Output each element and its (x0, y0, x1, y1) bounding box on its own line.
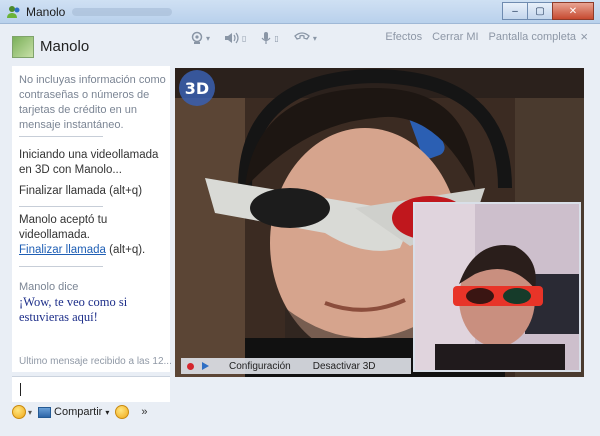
call-start-message: Iniciando una videollamada en 3D con Man… (19, 149, 159, 176)
self-view-image (415, 204, 579, 370)
webcam-button[interactable]: ▾ (190, 31, 210, 45)
message-sender: Manolo dice (19, 281, 79, 293)
volume-slider[interactable]: ▯ (242, 34, 246, 43)
minimize-icon: ‒ (512, 5, 518, 17)
call-icon (293, 32, 310, 40)
video-controls: Configuración Desactivar 3D (181, 358, 411, 374)
more-button[interactable]: » (141, 406, 147, 418)
end-call-action[interactable]: Finalizar llamada (alt+q) (19, 184, 142, 199)
end-call-link[interactable]: Finalizar llamada (19, 244, 106, 256)
speaker-button[interactable]: ▯ (224, 31, 246, 45)
record-icon[interactable] (187, 362, 194, 370)
maximize-icon: ▢ (535, 5, 545, 17)
microphone-icon (261, 32, 271, 44)
messenger-icon (7, 6, 20, 18)
close-icon: ✕ (568, 5, 578, 17)
minimize-button[interactable]: ‒ (502, 2, 528, 20)
play-icon[interactable] (202, 362, 209, 370)
conversation-pane[interactable]: No incluyas información como contraseñas… (12, 66, 171, 372)
privacy-notice: No incluyas información como contraseñas… (19, 74, 166, 131)
contact-avatar[interactable] (12, 36, 34, 58)
chevron-down-icon: ▾ (206, 33, 211, 43)
last-message-status: Último mensaje recibido a las 12... (19, 356, 171, 367)
emoticon-icon[interactable] (12, 405, 26, 419)
blurred-status (72, 8, 172, 16)
wink-icon[interactable] (115, 405, 130, 419)
share-button[interactable]: Compartir ▾ (38, 406, 109, 418)
title-bar: Manolo ‒ ▢ ✕ (0, 0, 600, 24)
toolbar-links: Efectos Cerrar MI Pantalla completa (385, 31, 576, 43)
svg-text:3D: 3D (185, 79, 209, 98)
main-video-feed: 3D Configuración Desactivar 3D (175, 68, 584, 377)
maximize-button[interactable]: ▢ (527, 2, 553, 20)
divider (19, 136, 103, 137)
input-toolbar: ▾ Compartir ▾ » (12, 402, 170, 422)
share-icon (38, 406, 52, 418)
chevron-down-icon: ▾ (105, 407, 110, 417)
fullscreen-link[interactable]: Pantalla completa (489, 31, 576, 43)
call-toolbar: ▾ ▯ ▯ ▾ (190, 28, 331, 48)
call-accepted-message: Manolo aceptó tu videollamada. Finalizar… (19, 213, 169, 258)
3d-badge-icon: 3D (179, 70, 215, 106)
webcam-icon (191, 31, 203, 44)
microphone-button[interactable]: ▯ (260, 31, 279, 45)
effects-link[interactable]: Efectos (385, 31, 422, 43)
received-message: ¡Wow, te veo como si estuvieras aquí! (19, 295, 128, 324)
close-video-button[interactable]: × (580, 29, 588, 44)
window-title: Manolo (26, 5, 66, 19)
close-im-link[interactable]: Cerrar MI (432, 31, 478, 43)
close-button[interactable]: ✕ (552, 2, 594, 20)
end-call-shortcut: (alt+q). (109, 244, 146, 256)
text-caret (20, 383, 21, 396)
chevron-down-icon: ▾ (312, 33, 317, 43)
call-button[interactable]: ▾ (293, 31, 317, 45)
disable-3d-link[interactable]: Desactivar 3D (313, 361, 376, 372)
message-input[interactable] (12, 376, 170, 402)
self-view-video[interactable] (413, 202, 581, 372)
divider (19, 206, 103, 207)
chevron-down-icon[interactable]: ▾ (28, 408, 32, 417)
settings-link[interactable]: Configuración (229, 361, 291, 372)
contact-name[interactable]: Manolo (40, 38, 89, 55)
speaker-icon (225, 32, 239, 44)
divider (19, 266, 103, 267)
mic-slider[interactable]: ▯ (274, 34, 278, 43)
share-label: Compartir (54, 406, 103, 418)
call-accepted-text: Manolo aceptó tu videollamada. (19, 214, 108, 241)
